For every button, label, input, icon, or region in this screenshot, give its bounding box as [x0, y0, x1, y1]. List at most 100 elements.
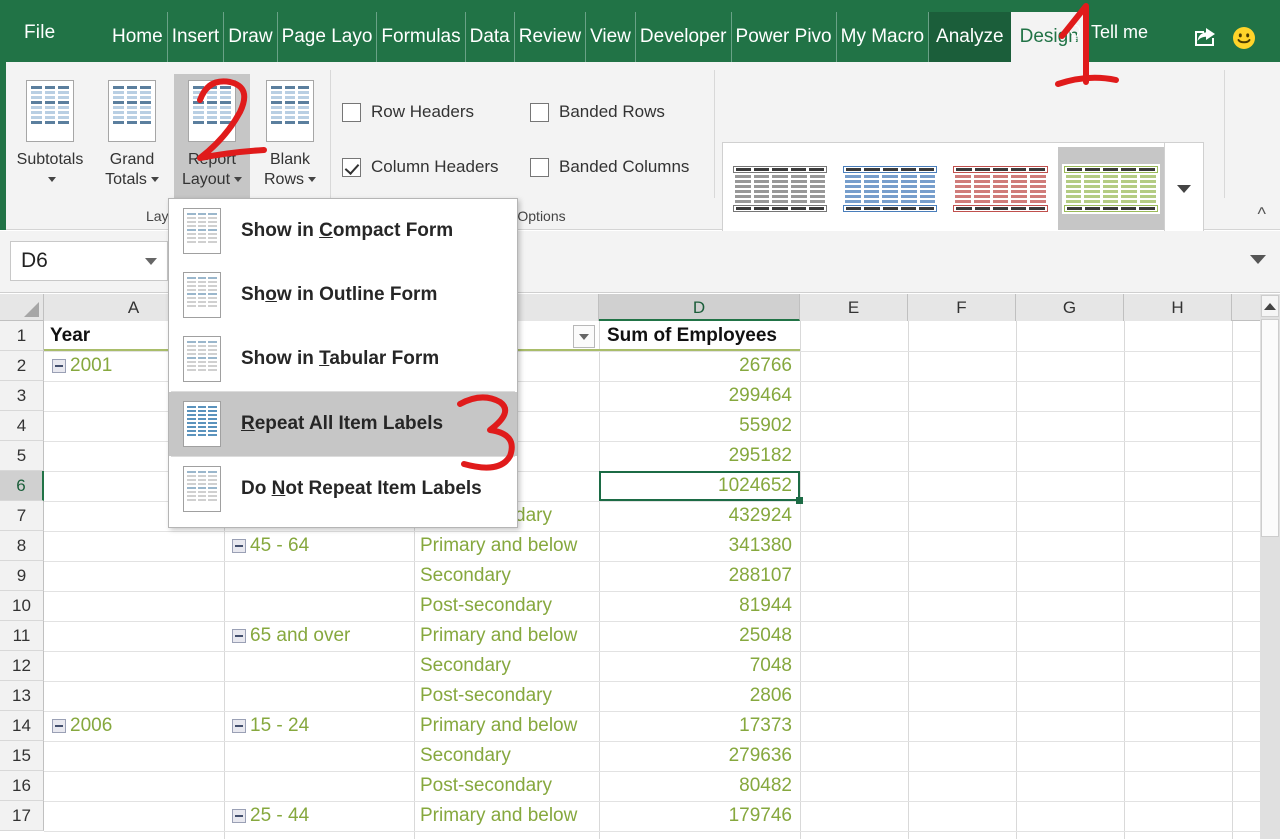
- cell-A14[interactable]: 2006: [70, 711, 222, 741]
- checkbox-box[interactable]: [530, 158, 549, 177]
- pivot-style-gray[interactable]: [727, 147, 833, 230]
- row-header-17[interactable]: 17: [0, 801, 44, 831]
- cell-C17[interactable]: Primary and below: [420, 801, 597, 831]
- collapse-field-button[interactable]: [232, 809, 246, 823]
- cell-D2[interactable]: 26766: [599, 351, 792, 381]
- ribbon-tab-analyze[interactable]: Analyze: [929, 12, 1011, 62]
- collapse-field-button[interactable]: [232, 719, 246, 733]
- cell-D10[interactable]: 81944: [599, 591, 792, 621]
- column-headers-checkbox[interactable]: Column Headers: [342, 157, 499, 177]
- row-header-8[interactable]: 8: [0, 531, 44, 561]
- cell-D9[interactable]: 288107: [599, 561, 792, 591]
- row-header-7[interactable]: 7: [0, 501, 44, 531]
- ribbon-tab-data[interactable]: Data: [466, 12, 515, 62]
- row-header-14[interactable]: 14: [0, 711, 44, 741]
- cell-C16[interactable]: Post-secondary: [420, 771, 597, 801]
- row-header-1[interactable]: 1: [0, 321, 44, 351]
- menu-item-show-in-outline-form[interactable]: Show in Outline Form: [169, 263, 517, 327]
- cell-D5[interactable]: 295182: [599, 441, 792, 471]
- cell-D17[interactable]: 179746: [599, 801, 792, 831]
- row-header-12[interactable]: 12: [0, 651, 44, 681]
- ribbon-tab-power-pivo[interactable]: Power Pivo: [732, 12, 837, 62]
- row-header-5[interactable]: 5: [0, 441, 44, 471]
- ribbon-tab-home[interactable]: Home: [108, 12, 168, 62]
- cell-C12[interactable]: Secondary: [420, 651, 597, 681]
- checkbox-box[interactable]: [342, 103, 361, 122]
- collapse-field-button[interactable]: [232, 539, 246, 553]
- row-headers-checkbox[interactable]: Row Headers: [342, 102, 474, 122]
- cell-C11[interactable]: Primary and below: [420, 621, 597, 651]
- active-cell-selection[interactable]: [599, 471, 800, 501]
- column-header-h[interactable]: H: [1124, 294, 1232, 321]
- collapse-ribbon-icon[interactable]: ^: [1258, 204, 1266, 225]
- fill-handle[interactable]: [796, 497, 803, 504]
- cell-D15[interactable]: 279636: [599, 741, 792, 771]
- tab-file[interactable]: File: [24, 22, 55, 44]
- cell-D4[interactable]: 55902: [599, 411, 792, 441]
- smiley-face-icon[interactable]: [1232, 26, 1256, 50]
- vertical-scrollbar[interactable]: [1260, 294, 1280, 839]
- menu-item-show-in-compact-form[interactable]: Show in Compact Form: [169, 199, 517, 263]
- cell-C13[interactable]: Post-secondary: [420, 681, 597, 711]
- ribbon-tab-review[interactable]: Review: [515, 12, 586, 62]
- row-header-13[interactable]: 13: [0, 681, 44, 711]
- name-box[interactable]: D6: [10, 241, 168, 281]
- row-header-3[interactable]: 3: [0, 381, 44, 411]
- menu-item-do-not-repeat-item-labels[interactable]: Do Not Repeat Item Labels: [169, 457, 517, 521]
- cell-D14[interactable]: 17373: [599, 711, 792, 741]
- collapse-field-button[interactable]: [52, 359, 66, 373]
- column-header-d[interactable]: D: [599, 294, 800, 321]
- gallery-more-icon[interactable]: [1164, 143, 1203, 234]
- column-header-f[interactable]: F: [908, 294, 1016, 321]
- tell-me-box[interactable]: Tell me: [1068, 22, 1148, 43]
- column-header-g[interactable]: G: [1016, 294, 1124, 321]
- cell-D8[interactable]: 341380: [599, 531, 792, 561]
- report-layout-dropdown-menu[interactable]: Show in Compact FormShow in Outline Form…: [168, 198, 518, 528]
- cell-C8[interactable]: Primary and below: [420, 531, 597, 561]
- ribbon-tab-formulas[interactable]: Formulas: [377, 12, 465, 62]
- cell-D12[interactable]: 7048: [599, 651, 792, 681]
- share-icon[interactable]: [1192, 24, 1220, 48]
- ribbon-tab-insert[interactable]: Insert: [168, 12, 225, 62]
- checkbox-box[interactable]: [530, 103, 549, 122]
- cell-D13[interactable]: 2806: [599, 681, 792, 711]
- pivot-style-blue[interactable]: [837, 147, 943, 230]
- cell-C9[interactable]: Secondary: [420, 561, 597, 591]
- cell-D3[interactable]: 299464: [599, 381, 792, 411]
- menu-item-show-in-tabular-form[interactable]: Show in Tabular Form: [169, 327, 517, 391]
- row-header-15[interactable]: 15: [0, 741, 44, 771]
- ribbon-tab-developer[interactable]: Developer: [636, 12, 732, 62]
- collapse-field-button[interactable]: [232, 629, 246, 643]
- scrollbar-thumb[interactable]: [1261, 319, 1279, 537]
- row-header-10[interactable]: 10: [0, 591, 44, 621]
- pivottable-styles-gallery[interactable]: [722, 142, 1204, 235]
- collapse-field-button[interactable]: [52, 719, 66, 733]
- cell-B17[interactable]: 25 - 44: [250, 801, 412, 831]
- row-header-6[interactable]: 6: [0, 471, 44, 501]
- row-header-9[interactable]: 9: [0, 561, 44, 591]
- pivot-style-red[interactable]: [947, 147, 1053, 230]
- filter-dropdown-icon[interactable]: [573, 325, 595, 348]
- select-all-corner[interactable]: [0, 294, 44, 321]
- column-header-e[interactable]: E: [800, 294, 908, 321]
- cell-D1[interactable]: Sum of Employees: [607, 321, 798, 351]
- row-header-16[interactable]: 16: [0, 771, 44, 801]
- checkbox-box[interactable]: [342, 158, 361, 177]
- chevron-down-icon[interactable]: [145, 258, 157, 265]
- cell-B8[interactable]: 45 - 64: [250, 531, 412, 561]
- row-header-4[interactable]: 4: [0, 411, 44, 441]
- menu-item-repeat-all-item-labels[interactable]: Repeat All Item Labels: [169, 392, 517, 456]
- ribbon-tab-page-layo[interactable]: Page Layo: [278, 12, 378, 62]
- ribbon-tab-view[interactable]: View: [586, 12, 636, 62]
- cell-D7[interactable]: 432924: [599, 501, 792, 531]
- cell-C10[interactable]: Post-secondary: [420, 591, 597, 621]
- ribbon-tab-my-macro[interactable]: My Macro: [837, 12, 929, 62]
- pivot-style-green[interactable]: [1058, 147, 1164, 230]
- row-header-2[interactable]: 2: [0, 351, 44, 381]
- ribbon-tab-draw[interactable]: Draw: [224, 12, 277, 62]
- cell-B11[interactable]: 65 and over: [250, 621, 412, 651]
- cell-D16[interactable]: 80482: [599, 771, 792, 801]
- scroll-up-icon[interactable]: [1261, 295, 1279, 317]
- expand-formula-bar-icon[interactable]: [1250, 255, 1266, 264]
- banded-rows-checkbox[interactable]: Banded Rows: [530, 102, 665, 122]
